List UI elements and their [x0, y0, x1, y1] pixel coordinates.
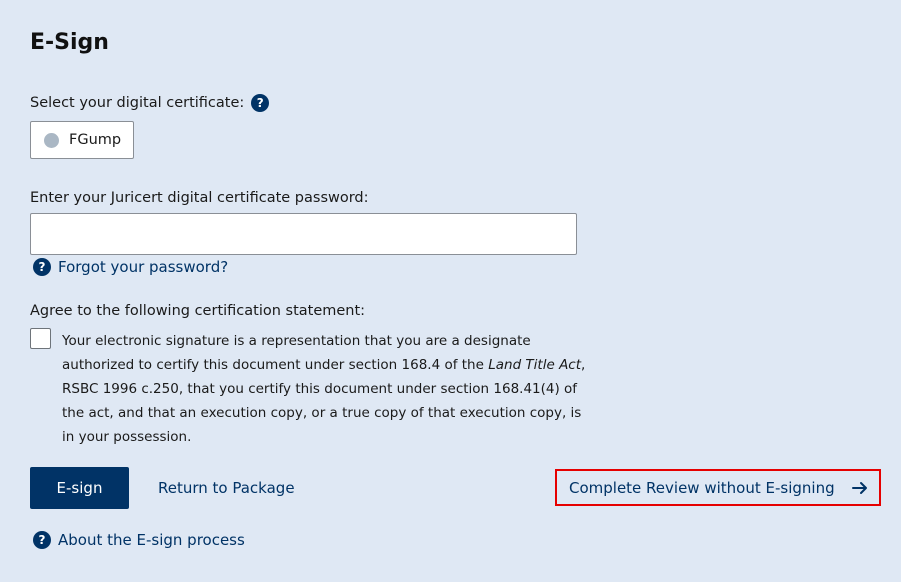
certificate-section-label: Select your digital certificate: ?	[30, 94, 270, 112]
certificate-option-label: FGump	[69, 132, 122, 148]
statement-text-before: Your electronic signature is a represent…	[62, 333, 531, 373]
certificate-option-fgump[interactable]: FGump	[30, 121, 134, 159]
password-input[interactable]	[30, 213, 577, 255]
question-circle-icon: ?	[33, 258, 51, 276]
certificate-label: Select your digital certificate:	[30, 95, 245, 111]
password-label: Enter your Juricert digital certificate …	[30, 190, 369, 206]
act-name: Land Title Act	[488, 357, 582, 373]
question-circle-icon: ?	[33, 531, 51, 549]
question-circle-icon[interactable]: ?	[251, 94, 270, 112]
about-esign-link[interactable]: ? About the E-sign process	[33, 531, 245, 549]
return-to-package-link[interactable]: Return to Package	[158, 479, 295, 497]
forgot-password-link[interactable]: ? Forgot your password?	[33, 258, 228, 276]
certification-statement: Your electronic signature is a represent…	[62, 329, 587, 449]
radio-dot-icon	[44, 132, 59, 148]
arrow-right-icon	[851, 481, 867, 494]
esign-button[interactable]: E-sign	[30, 467, 129, 509]
agree-checkbox[interactable]	[30, 328, 51, 349]
about-esign-text[interactable]: About the E-sign process	[58, 531, 245, 549]
page-title: E-Sign	[30, 30, 109, 55]
statement-label: Agree to the following certification sta…	[30, 303, 366, 319]
complete-review-button[interactable]: Complete Review without E-signing	[555, 469, 881, 506]
forgot-password-text[interactable]: Forgot your password?	[58, 258, 228, 276]
complete-review-label: Complete Review without E-signing	[569, 478, 835, 497]
